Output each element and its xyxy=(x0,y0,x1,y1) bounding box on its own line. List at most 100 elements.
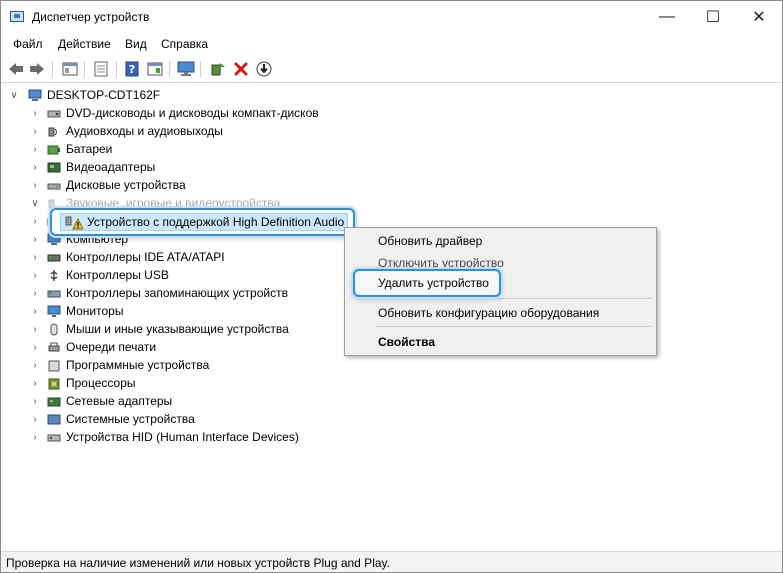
tree-item[interactable]: Процессоры xyxy=(47,374,136,392)
close-button[interactable]: ✕ xyxy=(736,1,782,33)
enable-device-download-icon[interactable] xyxy=(255,60,273,78)
toolbar-separator xyxy=(116,61,117,77)
tree-expand-chevron-icon[interactable]: ∨ xyxy=(30,198,40,209)
toolbar: ? xyxy=(1,56,782,83)
window-title: Диспетчер устройств xyxy=(32,10,150,24)
selected-device-row[interactable]: Устройство с поддержкой High Definition … xyxy=(60,213,348,231)
ide-controller-icon xyxy=(47,254,61,261)
tree-item[interactable]: Контроллеры запоминающих устройств xyxy=(47,284,288,302)
tree-expand-chevron-icon[interactable]: › xyxy=(30,324,40,335)
maximize-button[interactable]: ☐ xyxy=(690,1,736,33)
root-collapse-chevron-icon[interactable]: ∨ xyxy=(9,90,19,101)
tree-expand-chevron-icon[interactable]: › xyxy=(30,162,40,173)
computer-root-icon xyxy=(28,89,42,101)
context-separator xyxy=(375,298,652,299)
help-icon[interactable]: ? xyxy=(123,60,141,78)
tree-expand-chevron-icon[interactable]: › xyxy=(30,252,40,263)
tree-expand-chevron-icon[interactable]: › xyxy=(30,396,40,407)
mouse-icon xyxy=(50,323,58,335)
tree-item-label: Мониторы xyxy=(66,304,124,318)
toolbar-separator xyxy=(52,61,53,77)
tree-item-label: Аудиовходы и аудиовыходы xyxy=(66,124,223,138)
tree-item[interactable]: Контроллеры USB xyxy=(47,266,169,284)
tree-item-label: Видеоадаптеры xyxy=(66,160,156,174)
tree-item[interactable]: Батареи xyxy=(47,140,112,158)
tree-item-label: Программные устройства xyxy=(66,358,210,372)
tree-item[interactable]: Системные устройства xyxy=(47,410,195,428)
tree-item[interactable]: Мониторы xyxy=(47,302,123,320)
system-device-icon xyxy=(47,414,61,424)
scan-hardware-monitor-icon[interactable] xyxy=(177,60,195,78)
warning-speaker-icon xyxy=(65,216,83,230)
tree-item-label: Очереди печати xyxy=(66,340,157,354)
tree-item-label: Системные устройства xyxy=(66,412,195,426)
tree-expand-chevron-icon[interactable]: › xyxy=(30,432,40,443)
tree-item[interactable]: Очереди печати xyxy=(47,338,156,356)
tree-item-label: Сетевые адаптеры xyxy=(66,394,173,408)
tree-expand-chevron-icon[interactable]: › xyxy=(30,108,40,119)
battery-icon xyxy=(47,145,60,154)
context-properties[interactable]: Свойства xyxy=(378,335,435,349)
tree-expand-chevron-icon[interactable]: › xyxy=(30,126,40,137)
menu-file[interactable]: Файл xyxy=(13,37,43,51)
tree-item-label: Дисковые устройства xyxy=(66,178,186,192)
menu-view[interactable]: Вид xyxy=(125,37,147,51)
tree-item[interactable]: Сетевые адаптеры xyxy=(47,392,172,410)
tree-expand-chevron-icon[interactable]: › xyxy=(30,342,40,353)
tree-expand-chevron-icon[interactable]: › xyxy=(30,414,40,425)
tree-expand-chevron-icon[interactable]: › xyxy=(30,180,40,191)
menu-help[interactable]: Справка xyxy=(161,37,208,51)
printer-icon xyxy=(48,342,60,351)
show-hide-console-tree-icon[interactable] xyxy=(61,60,79,78)
context-uninstall-highlight[interactable]: Удалить устройство xyxy=(353,269,501,297)
uninstall-red-x-icon[interactable] xyxy=(232,60,250,78)
tree-expand-chevron-icon[interactable]: › xyxy=(30,216,40,227)
monitor-icon xyxy=(47,305,61,317)
tree-item-label: DVD-дисководы и дисководы компакт-дисков xyxy=(66,106,319,120)
tree-item[interactable]: DVD-дисководы и дисководы компакт-дисков xyxy=(47,104,319,122)
network-adapter-icon xyxy=(47,397,61,406)
status-text: Проверка на наличие изменений или новых … xyxy=(6,556,390,570)
tree-item[interactable]: Аудиовходы и аудиовыходы xyxy=(47,122,223,140)
tree-root-label: DESKTOP-CDT162F xyxy=(47,88,161,102)
context-update-driver[interactable]: Обновить драйвер xyxy=(378,234,482,248)
context-separator xyxy=(375,326,652,327)
tree-item[interactable]: Устройства HID (Human Interface Devices) xyxy=(47,428,299,446)
tree-item[interactable]: Мыши и иные указывающие устройства xyxy=(47,320,289,338)
tree-item[interactable]: Дисковые устройства xyxy=(47,176,186,194)
toolbar-separator xyxy=(200,61,201,77)
action-pane-icon[interactable] xyxy=(146,60,164,78)
view-list-icon[interactable] xyxy=(92,60,110,78)
software-device-icon xyxy=(48,360,60,371)
update-driver-icon[interactable] xyxy=(209,60,227,78)
tree-expand-chevron-icon[interactable]: › xyxy=(30,270,40,281)
tree-expand-chevron-icon[interactable]: › xyxy=(30,360,40,371)
selected-device-highlight[interactable]: Устройство с поддержкой High Definition … xyxy=(50,208,355,236)
toolbar-separator xyxy=(169,61,170,77)
tree-item[interactable]: Видеоадаптеры xyxy=(47,158,155,176)
tree-expand-chevron-icon[interactable]: › xyxy=(30,378,40,389)
tree-expand-chevron-icon[interactable]: › xyxy=(30,144,40,155)
tree-item[interactable]: Контроллеры IDE ATA/ATAPI xyxy=(47,248,225,266)
storage-controller-icon xyxy=(47,290,61,297)
tree-expand-chevron-icon[interactable]: › xyxy=(30,234,40,245)
minimize-button[interactable]: — xyxy=(644,1,690,33)
disk-drive-icon xyxy=(47,183,61,189)
context-uninstall-device[interactable]: Удалить устройство xyxy=(378,276,489,290)
svg-text:?: ? xyxy=(129,63,135,76)
title-bar: Диспетчер устройств — ☐ ✕ xyxy=(1,1,782,33)
usb-icon xyxy=(50,269,58,281)
tree-item[interactable]: Программные устройства xyxy=(47,356,209,374)
device-manager-app-icon xyxy=(10,11,24,22)
menu-action[interactable]: Действие xyxy=(58,37,111,51)
tree-root[interactable]: DESKTOP-CDT162F xyxy=(28,86,160,104)
processor-icon xyxy=(48,378,60,389)
forward-arrow-icon[interactable] xyxy=(28,60,46,78)
tree-expand-chevron-icon[interactable]: › xyxy=(30,306,40,317)
context-scan-hardware[interactable]: Обновить конфигурацию оборудования xyxy=(378,306,599,320)
tree-item-label: Устройства HID (Human Interface Devices) xyxy=(66,430,299,444)
context-disable-device[interactable]: Отключить устройство xyxy=(378,256,504,270)
tree-expand-chevron-icon[interactable]: › xyxy=(30,288,40,299)
back-arrow-icon[interactable] xyxy=(7,60,25,78)
tree-item-label: Контроллеры запоминающих устройств xyxy=(66,286,288,300)
